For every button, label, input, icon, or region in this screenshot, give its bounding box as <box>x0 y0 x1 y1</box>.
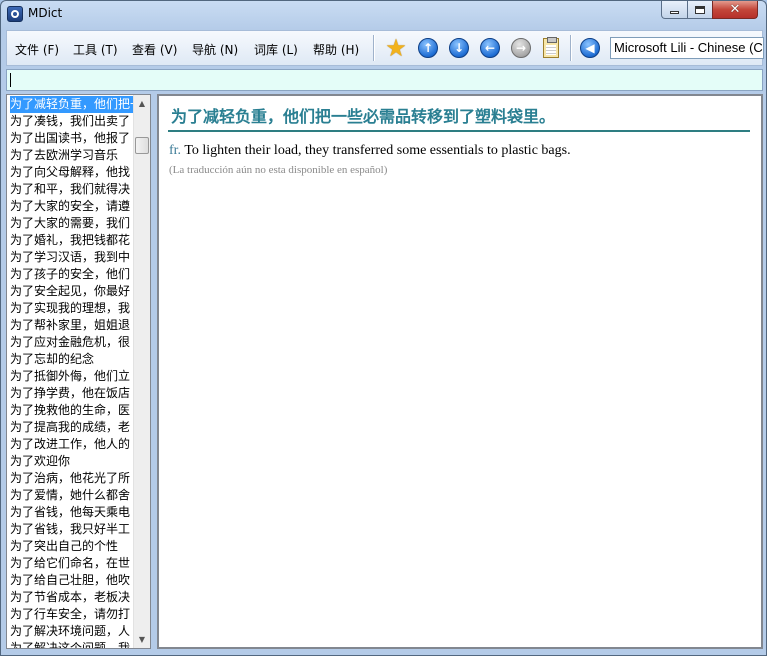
list-item[interactable]: 为了行车安全，请勿打 <box>10 606 134 623</box>
menu-view[interactable]: 查看 (V) <box>132 41 177 58</box>
list-item[interactable]: 为了大家的需要，我们 <box>10 215 134 232</box>
list-item[interactable]: 为了解决环境问题，人 <box>10 623 134 640</box>
list-item[interactable]: 为了凑钱，我们出卖了 <box>10 113 134 130</box>
toolbar-separator <box>570 35 572 61</box>
list-item[interactable]: 为了欢迎你 <box>10 453 134 470</box>
list-item[interactable]: 为了和平，我们就得决 <box>10 181 134 198</box>
title-bar[interactable]: MDict ✕ <box>1 1 766 27</box>
menu-navigate[interactable]: 导航 (N) <box>192 41 238 58</box>
headword-divider <box>168 130 750 132</box>
up-button[interactable]: ↑ <box>417 37 439 59</box>
list-item[interactable]: 为了婚礼，我把钱都花 <box>10 232 134 249</box>
main-window: MDict ✕ 文件 (F) 工具 (T) 查看 (V) 导航 (N) 词库 (… <box>0 0 767 656</box>
list-item[interactable]: 为了提高我的成绩，老 <box>10 419 134 436</box>
minimize-icon <box>670 11 679 14</box>
voice-select[interactable]: Microsoft Lili - Chinese (C <box>610 37 764 59</box>
list-item[interactable]: 为了孩子的安全，他们 <box>10 266 134 283</box>
minimize-button[interactable] <box>661 1 688 19</box>
list-item[interactable]: 为了实现我的理想，我 <box>10 300 134 317</box>
close-button[interactable]: ✕ <box>712 1 758 19</box>
list-item-selected[interactable]: 为了减轻负重，他们把一些必需品转移到了塑料袋里 <box>10 96 134 113</box>
list-item[interactable]: 为了省钱，他每天乘电 <box>10 504 134 521</box>
list-item[interactable]: 为了突出自己的个性 <box>10 538 134 555</box>
list-item[interactable]: 为了给它们命名，在世 <box>10 555 134 572</box>
list-item[interactable]: 为了向父母解释，他找 <box>10 164 134 181</box>
menu-tools[interactable]: 工具 (T) <box>73 41 118 58</box>
menu-library[interactable]: 词库 (L) <box>254 41 298 58</box>
entry-pane: 为了减轻负重，他们把一些必需品转移到了塑料袋里。 fr. To lighten … <box>157 94 763 649</box>
language-tag: fr. <box>169 143 182 158</box>
list-item[interactable]: 为了挣学费，他在饭店 <box>10 385 134 402</box>
forward-button[interactable]: → <box>510 37 532 59</box>
word-list[interactable]: 为了减轻负重，他们把一些必需品转移到了塑料袋里为了凑钱，我们出卖了为了出国读书，… <box>10 96 134 648</box>
entry-definition: fr. To lighten their load, they transfer… <box>169 143 571 159</box>
list-item[interactable]: 为了爱情，她什么都舍 <box>10 487 134 504</box>
list-item[interactable]: 为了忘却的纪念 <box>10 351 134 368</box>
entry-headword: 为了减轻负重，他们把一些必需品转移到了塑料袋里。 <box>171 107 556 126</box>
search-input[interactable] <box>6 69 763 91</box>
star-icon: ★ <box>385 34 407 62</box>
maximize-button[interactable] <box>687 1 713 19</box>
speak-button[interactable]: ◀ <box>579 37 601 59</box>
arrow-left-icon: ← <box>480 38 500 58</box>
scroll-thumb[interactable] <box>135 137 149 154</box>
close-icon: ✕ <box>729 2 741 17</box>
list-item[interactable]: 为了省钱，我只好半工 <box>10 521 134 538</box>
list-item[interactable]: 为了治病，他花光了所 <box>10 470 134 487</box>
list-item[interactable]: 为了应对金融危机，很 <box>10 334 134 351</box>
translation-note: (La traducción aún no esta disponible en… <box>169 164 388 176</box>
list-item[interactable]: 为了安全起见，你最好 <box>10 283 134 300</box>
list-item[interactable]: 为了节省成本，老板决 <box>10 589 134 606</box>
list-item[interactable]: 为了帮补家里，姐姐退 <box>10 317 134 334</box>
arrow-up-icon: ↑ <box>418 38 438 58</box>
list-item[interactable]: 为了给自己壮胆，他吹 <box>10 572 134 589</box>
speaker-icon: ◀ <box>580 38 600 58</box>
back-button[interactable]: ← <box>479 37 501 59</box>
menu-help[interactable]: 帮助 (H) <box>313 41 359 58</box>
clipboard-icon <box>543 37 559 58</box>
toolbar: 文件 (F) 工具 (T) 查看 (V) 导航 (N) 词库 (L) 帮助 (H… <box>6 30 764 66</box>
favorite-star-button[interactable]: ★ <box>385 34 407 62</box>
list-item[interactable]: 为了学习汉语，我到中 <box>10 249 134 266</box>
word-list-scrollbar[interactable]: ▲ ▼ <box>133 95 150 648</box>
menu-file[interactable]: 文件 (F) <box>15 41 59 58</box>
toolbar-separator <box>373 35 375 61</box>
list-item[interactable]: 为了大家的安全，请遵 <box>10 198 134 215</box>
list-item[interactable]: 为了改进工作，他人的 <box>10 436 134 453</box>
arrow-down-icon: ↓ <box>449 38 469 58</box>
mdict-app-icon[interactable] <box>7 6 23 22</box>
list-item[interactable]: 为了去欧洲学习音乐 <box>10 147 134 164</box>
maximize-icon <box>695 5 705 14</box>
list-item[interactable]: 为了解决这个问题，我 <box>10 640 134 648</box>
scroll-down-icon[interactable]: ▼ <box>134 631 150 648</box>
arrow-right-icon: → <box>511 38 531 58</box>
list-item[interactable]: 为了挽救他的生命，医 <box>10 402 134 419</box>
definition-text: To lighten their load, they transferred … <box>184 143 571 158</box>
scroll-up-icon[interactable]: ▲ <box>134 95 150 112</box>
word-list-pane[interactable]: 为了减轻负重，他们把一些必需品转移到了塑料袋里为了凑钱，我们出卖了为了出国读书，… <box>6 94 151 649</box>
text-caret <box>10 73 11 87</box>
down-button[interactable]: ↓ <box>448 37 470 59</box>
list-item[interactable]: 为了出国读书，他报了 <box>10 130 134 147</box>
list-item[interactable]: 为了抵御外侮，他们立 <box>10 368 134 385</box>
window-title: MDict <box>28 6 63 20</box>
clipboard-button[interactable] <box>540 37 562 59</box>
